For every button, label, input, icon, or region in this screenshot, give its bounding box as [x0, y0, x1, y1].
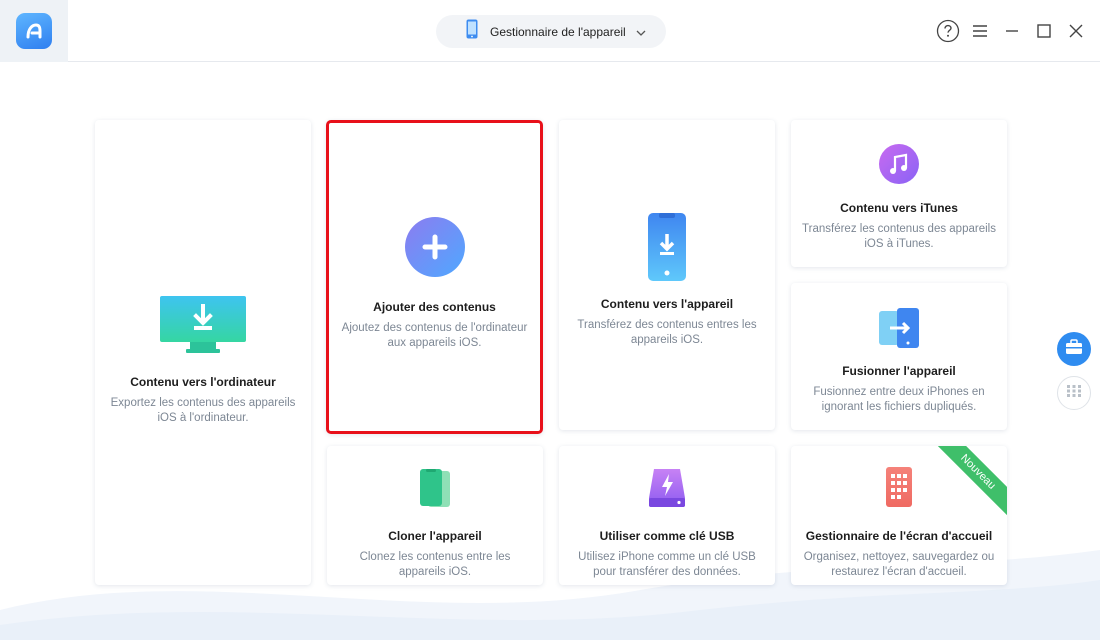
card-add-content[interactable]: Ajouter des contenus Ajoutez des contenu…: [326, 120, 543, 434]
card-merge-device[interactable]: Fusionner l'appareil Fusionnez entre deu…: [791, 283, 1007, 430]
card-title: Contenu vers l'appareil: [600, 297, 734, 311]
merge-phones-icon: [878, 307, 920, 349]
title-bar: Gestionnaire de l'appareil: [0, 0, 1100, 62]
card-description: Fusionnez entre deux iPhones en ignorant…: [813, 386, 985, 413]
card-description: Exportez les contenus des appareils iOS …: [110, 397, 296, 424]
card-description: Clonez les contenus entre les appareils …: [359, 551, 511, 578]
card-title: Contenu vers iTunes: [840, 201, 958, 215]
phone-icon: [466, 19, 478, 44]
maximize-icon[interactable]: [1032, 19, 1056, 43]
device-selector-dropdown[interactable]: Gestionnaire de l'appareil: [436, 15, 666, 48]
anytrans-logo-icon: [16, 13, 52, 49]
card-title: Gestionnaire de l'écran d'accueil: [805, 529, 993, 543]
card-title: Fusionner l'appareil: [842, 364, 956, 378]
card-home-screen-manager[interactable]: Nouveau Gestionnaire de l'écran d'accuei…: [791, 446, 1007, 585]
window-controls: [936, 18, 1088, 44]
minimize-icon[interactable]: [1000, 19, 1024, 43]
card-content-to-device[interactable]: Contenu vers l'appareil Transférez des c…: [559, 120, 775, 430]
card-description: Organisez, nettoyez, sauvegardez ou rest…: [803, 551, 995, 578]
card-clone-device[interactable]: Cloner l'appareil Clonez les contenus en…: [327, 446, 543, 585]
card-content-to-itunes[interactable]: Contenu vers iTunes Transférez les conte…: [791, 120, 1007, 267]
app-logo[interactable]: [0, 0, 68, 62]
help-icon[interactable]: [936, 19, 960, 43]
toolbox-icon: [1065, 338, 1083, 360]
usb-drive-icon: [648, 468, 686, 508]
card-title: Ajouter des contenus: [373, 300, 496, 314]
monitor-download-icon: [160, 296, 246, 354]
card-title: Contenu vers l'ordinateur: [130, 375, 276, 389]
card-description: Transférez les contenus des appareils iO…: [802, 223, 996, 250]
home-screen-icon: [885, 466, 913, 508]
apps-button[interactable]: [1057, 376, 1091, 410]
menu-icon[interactable]: [968, 19, 992, 43]
chevron-down-icon: [636, 23, 646, 41]
apps-grid-icon: [1067, 384, 1081, 402]
music-note-icon: [879, 144, 919, 184]
card-use-as-usb[interactable]: Utiliser comme clé USB Utilisez iPhone c…: [559, 446, 775, 585]
card-title: Cloner l'appareil: [388, 529, 482, 543]
phone-download-icon: [647, 212, 687, 282]
close-icon[interactable]: [1064, 19, 1088, 43]
card-content-to-computer[interactable]: Contenu vers l'ordinateur Exportez les c…: [95, 120, 311, 585]
add-icon: [404, 217, 465, 277]
card-description: Ajoutez des contenus de l'ordinateur aux…: [341, 322, 528, 349]
device-selector-label: Gestionnaire de l'appareil: [490, 24, 626, 39]
card-title: Utiliser comme clé USB: [599, 529, 735, 543]
card-description: Transférez des contenus entres les appar…: [577, 319, 757, 346]
toolbox-button[interactable]: [1057, 332, 1091, 366]
clone-phones-icon: [418, 468, 452, 508]
card-description: Utilisez iPhone comme un clé USB pour tr…: [578, 551, 756, 578]
